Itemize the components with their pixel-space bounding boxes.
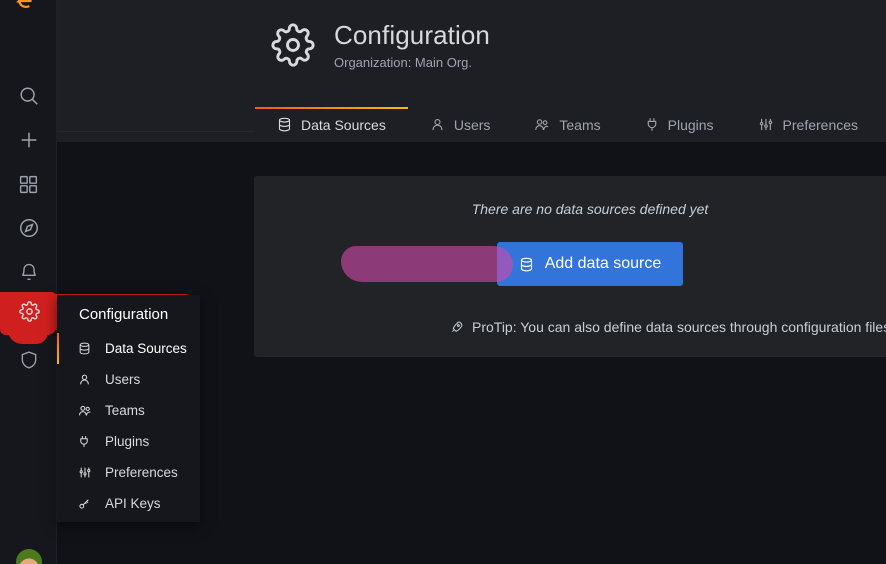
tab-teams[interactable]: Teams	[512, 107, 622, 142]
tab-users[interactable]: Users	[408, 107, 513, 142]
search-icon	[18, 85, 40, 107]
add-data-source-row: Add data source	[254, 242, 886, 286]
flyout-item-users[interactable]: Users	[57, 364, 200, 395]
shield-icon	[19, 350, 39, 370]
flyout-item-teams[interactable]: Teams	[57, 395, 200, 426]
flyout-title-label: Configuration	[79, 305, 169, 323]
flyout-items: Data Sources Users Teams Plugins Prefere…	[57, 333, 200, 519]
sliders-icon	[758, 117, 774, 132]
sliders-icon	[78, 466, 92, 479]
tab-label: Plugins	[667, 116, 714, 133]
tab-label: Data Sources	[301, 116, 386, 133]
tab-label: Users	[453, 116, 491, 133]
page-title: Configuration	[334, 20, 490, 50]
tab-label: Preferences	[782, 116, 859, 133]
add-data-source-label: Add data source	[544, 255, 662, 272]
grafana-logo-icon[interactable]	[13, 0, 43, 17]
rocket-icon	[450, 320, 464, 334]
plus-icon	[18, 129, 40, 151]
page-header-text: Configuration Organization: Main Org.	[334, 20, 490, 71]
sidebar-item-search[interactable]	[0, 74, 57, 118]
avatar[interactable]	[16, 549, 42, 564]
gear-icon	[271, 23, 315, 72]
user-icon	[78, 373, 92, 386]
app-root: Configuration Organization: Main Org. Da…	[0, 0, 886, 564]
page-header: Configuration Organization: Main Org.	[271, 20, 490, 72]
key-icon	[78, 497, 92, 510]
flyout-item-label: Users	[105, 372, 141, 387]
sidebar-item-configuration[interactable]	[0, 294, 57, 338]
sidebar-item-dashboards[interactable]	[0, 162, 57, 206]
empty-state-message: There are no data sources defined yet	[471, 201, 709, 217]
page-subtitle: Organization: Main Org.	[334, 55, 473, 70]
header-left-slab	[57, 0, 255, 142]
users-icon	[78, 404, 92, 417]
flyout-item-plugins[interactable]: Plugins	[57, 426, 200, 457]
sidebar-item-create[interactable]	[0, 118, 57, 162]
user-icon	[430, 117, 445, 132]
plug-icon	[78, 435, 92, 448]
tab-bar: Data Sources Users Teams Plugins Prefere…	[255, 107, 886, 142]
database-icon	[78, 342, 92, 355]
flyout-item-api-keys[interactable]: API Keys	[57, 488, 200, 519]
nav-rail-items	[0, 74, 57, 382]
plug-icon	[645, 117, 659, 132]
flyout-item-label: Teams	[105, 403, 145, 418]
configuration-flyout-menu: Configuration Data Sources Users Teams P…	[57, 295, 200, 522]
nav-rail	[0, 0, 57, 564]
sidebar-item-alerting[interactable]	[0, 250, 57, 294]
flyout-title[interactable]: Configuration	[57, 295, 200, 333]
bell-icon	[19, 262, 39, 282]
dashboards-icon	[18, 174, 39, 195]
header-slab-divider	[57, 131, 255, 132]
users-icon	[534, 117, 550, 132]
flyout-item-label: Data Sources	[105, 341, 187, 356]
flyout-item-label: Plugins	[105, 434, 150, 449]
flyout-item-preferences[interactable]: Preferences	[57, 457, 200, 488]
flyout-item-label: API Keys	[105, 496, 161, 511]
flyout-item-data-sources[interactable]: Data Sources	[57, 333, 200, 364]
tab-preferences[interactable]: Preferences	[736, 107, 880, 142]
tab-plugins[interactable]: Plugins	[623, 107, 736, 142]
data-sources-panel: There are no data sources defined yet Ad…	[254, 176, 886, 357]
sidebar-item-server-admin[interactable]	[0, 338, 57, 382]
flyout-item-label: Preferences	[105, 465, 178, 480]
tab-label: Teams	[559, 116, 601, 133]
tab-data-sources[interactable]: Data Sources	[255, 107, 408, 142]
protip-note: ProTip: You can also define data sources…	[450, 319, 886, 335]
database-icon	[277, 117, 292, 132]
sidebar-item-explore[interactable]	[0, 206, 57, 250]
add-data-source-button[interactable]: Add data source	[496, 242, 684, 286]
protip-text: ProTip: You can also define data sources…	[472, 319, 886, 335]
compass-icon	[18, 217, 40, 239]
database-icon	[519, 257, 534, 272]
